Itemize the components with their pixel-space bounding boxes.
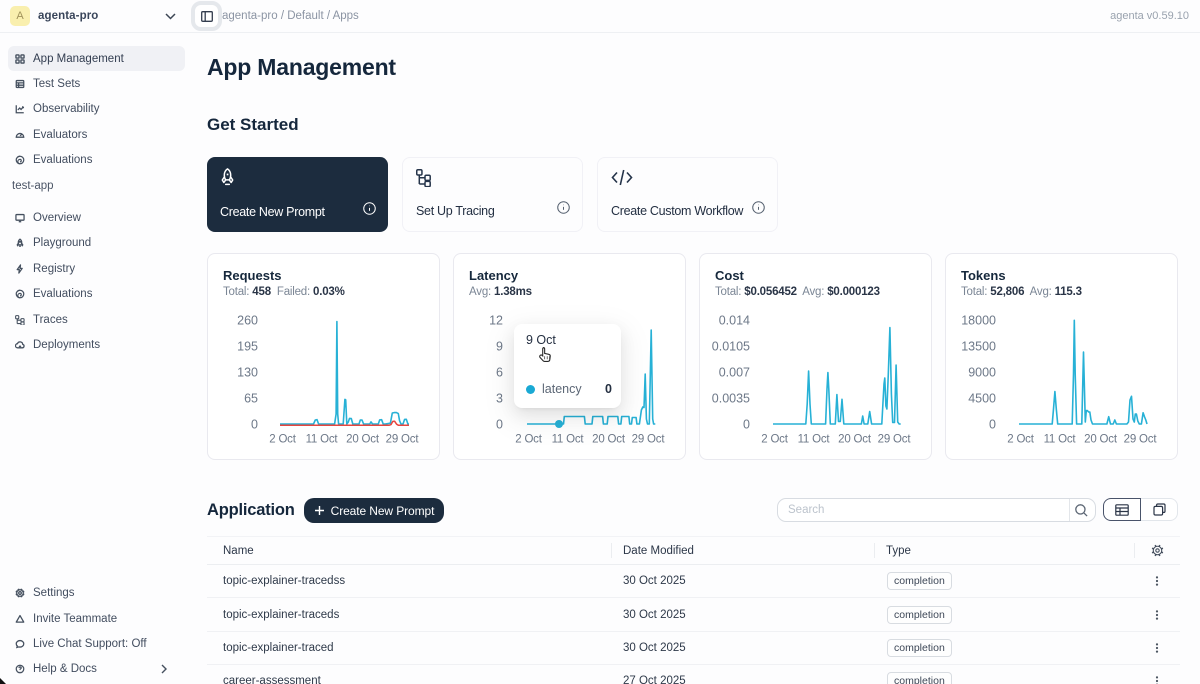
- svg-text:11 Oct: 11 Oct: [306, 434, 339, 446]
- svg-text:2 Oct: 2 Oct: [269, 434, 296, 446]
- svg-text:9: 9: [496, 340, 503, 354]
- svg-text:0.0105: 0.0105: [712, 340, 750, 354]
- svg-text:4500: 4500: [968, 392, 996, 406]
- svg-text:20 Oct: 20 Oct: [838, 434, 872, 446]
- svg-text:2 Oct: 2 Oct: [761, 434, 788, 446]
- svg-text:20 Oct: 20 Oct: [346, 434, 380, 446]
- svg-text:11 Oct: 11 Oct: [798, 434, 831, 446]
- svg-text:6: 6: [496, 366, 503, 380]
- svg-text:29 Oct: 29 Oct: [386, 434, 420, 446]
- svg-text:20 Oct: 20 Oct: [1084, 434, 1118, 446]
- svg-text:3: 3: [496, 392, 503, 406]
- svg-text:195: 195: [237, 340, 258, 354]
- svg-text:2 Oct: 2 Oct: [1007, 434, 1034, 446]
- svg-text:0.007: 0.007: [719, 366, 750, 380]
- svg-text:0: 0: [743, 418, 750, 432]
- svg-text:13500: 13500: [961, 340, 996, 354]
- svg-text:0.0035: 0.0035: [712, 392, 750, 406]
- svg-text:2 Oct: 2 Oct: [515, 434, 542, 446]
- svg-text:9000: 9000: [968, 366, 996, 380]
- svg-text:29 Oct: 29 Oct: [632, 434, 666, 446]
- svg-text:260: 260: [237, 314, 258, 328]
- svg-text:29 Oct: 29 Oct: [1124, 434, 1158, 446]
- svg-text:18000: 18000: [961, 314, 996, 328]
- svg-text:0: 0: [496, 418, 503, 432]
- svg-text:130: 130: [237, 366, 258, 380]
- svg-text:65: 65: [244, 392, 258, 406]
- svg-text:0: 0: [989, 418, 996, 432]
- svg-text:0.014: 0.014: [719, 314, 750, 328]
- svg-text:29 Oct: 29 Oct: [878, 434, 912, 446]
- svg-text:20 Oct: 20 Oct: [592, 434, 626, 446]
- svg-text:12: 12: [489, 314, 503, 328]
- svg-text:0: 0: [251, 418, 258, 432]
- svg-text:11 Oct: 11 Oct: [1044, 434, 1077, 446]
- svg-text:11 Oct: 11 Oct: [552, 434, 585, 446]
